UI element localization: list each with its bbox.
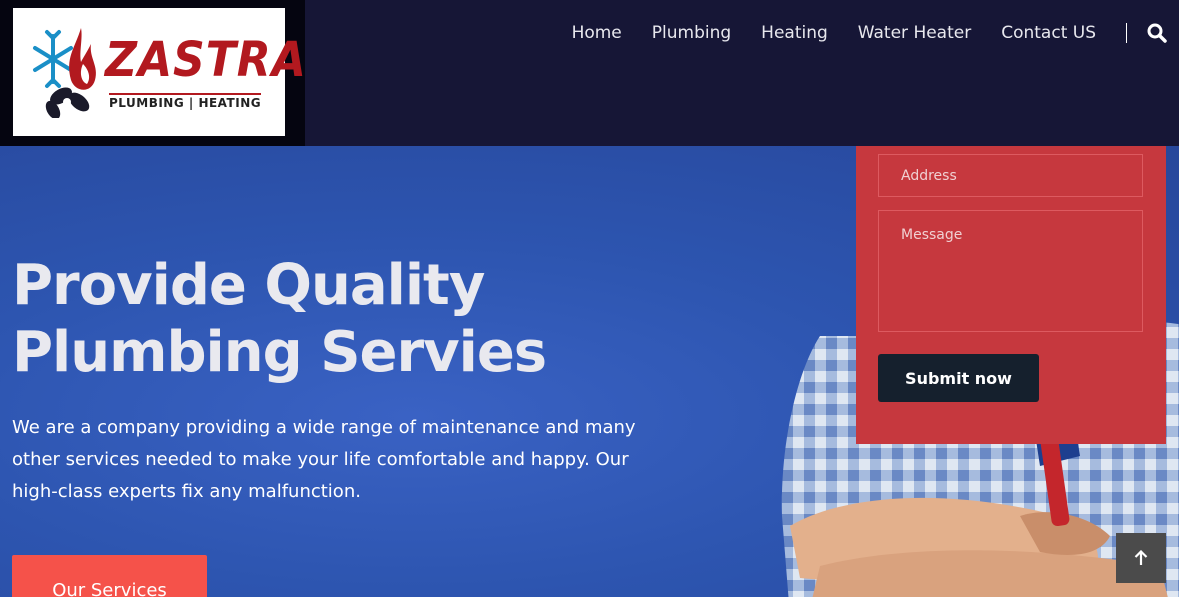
contact-form: Address Message Submit now — [856, 146, 1166, 444]
logo-emblem-icon — [33, 28, 96, 118]
site-header: ZASTRA PLUMBING | HEATING Home Plumbing … — [0, 0, 1179, 146]
nav-item-plumbing[interactable]: Plumbing — [652, 22, 731, 44]
nav-item-water-heater[interactable]: Water Heater — [858, 22, 971, 44]
logo-container: ZASTRA PLUMBING | HEATING — [0, 0, 306, 146]
search-icon[interactable] — [1147, 23, 1167, 43]
message-field[interactable]: Message — [878, 210, 1143, 332]
hero-description: We are a company providing a wide range … — [12, 417, 636, 502]
logo-wordmark: ZASTRA — [105, 32, 307, 88]
nav-item-contact-us[interactable]: Contact US — [1001, 22, 1096, 44]
hero-title-line2: Plumbing Servies — [12, 320, 547, 385]
back-to-top-button[interactable] — [1116, 533, 1166, 583]
main-nav: Home Plumbing Heating Water Heater Conta… — [572, 22, 1096, 44]
arrow-up-icon — [1134, 550, 1148, 565]
submit-button[interactable]: Submit now — [878, 354, 1039, 402]
nav-item-heating[interactable]: Heating — [761, 22, 828, 44]
site-logo[interactable]: ZASTRA PLUMBING | HEATING — [13, 8, 306, 136]
address-field[interactable]: Address — [878, 154, 1143, 197]
hero-title: Provide Quality Plumbing Servies — [12, 252, 547, 386]
hero-title-line1: Provide Quality — [12, 253, 485, 318]
our-services-button[interactable]: Our Services — [12, 555, 207, 597]
nav-divider — [1126, 23, 1127, 43]
nav-item-home[interactable]: Home — [572, 22, 622, 44]
logo-tagline: PLUMBING | HEATING — [109, 93, 262, 110]
